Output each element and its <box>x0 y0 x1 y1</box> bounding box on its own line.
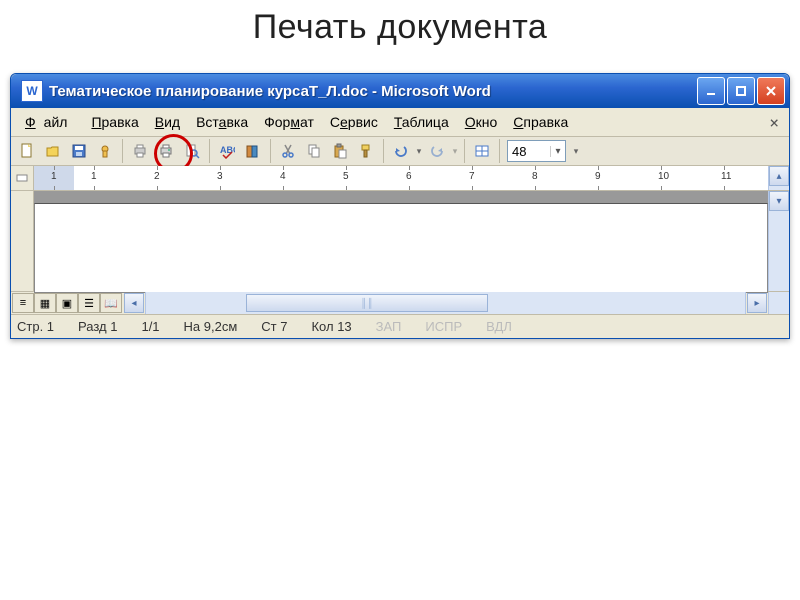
ruler-row: 1 1 2 3 4 5 6 7 8 9 10 11 ▴ <box>11 166 789 191</box>
tables-borders-icon[interactable] <box>470 139 494 163</box>
menu-table[interactable]: Таблица <box>386 111 457 133</box>
scroll-down-button[interactable]: ▾ <box>769 191 789 211</box>
ruler-tick: 6 <box>406 171 412 182</box>
zoom-combo[interactable]: ▾ <box>507 140 566 162</box>
new-doc-icon[interactable] <box>15 139 39 163</box>
ruler-tick: 10 <box>658 171 669 182</box>
menu-edit[interactable]: Правка <box>83 111 146 133</box>
redo-icon[interactable] <box>425 139 449 163</box>
vertical-ruler[interactable] <box>11 191 34 291</box>
status-at: На 9,2см <box>184 319 238 334</box>
menu-insert[interactable]: Вставка <box>188 111 256 133</box>
hscroll-thumb[interactable]: ║║ <box>246 294 488 312</box>
print-direct-icon[interactable] <box>128 139 152 163</box>
ruler-tick: 3 <box>217 171 223 182</box>
toolbar-overflow[interactable]: ▾ <box>572 139 580 163</box>
menu-window[interactable]: Окно <box>457 111 506 133</box>
redo-dropdown[interactable]: ▾ <box>451 139 459 163</box>
ruler-tick: 5 <box>343 171 349 182</box>
status-page: Стр. 1 <box>17 319 54 334</box>
undo-dropdown[interactable]: ▾ <box>415 139 423 163</box>
web-layout-view-icon[interactable]: ▦ <box>34 293 56 313</box>
menu-help[interactable]: Справка <box>505 111 576 133</box>
ruler-tick: 4 <box>280 171 286 182</box>
ruler-tick: 7 <box>469 171 475 182</box>
hscroll-right-button[interactable]: ▸ <box>747 293 767 313</box>
save-icon[interactable] <box>67 139 91 163</box>
menu-view[interactable]: Вид <box>147 111 188 133</box>
menu-file[interactable]: Файл <box>17 111 83 133</box>
title-bar[interactable]: W Тематическое планирование курсаТ_Л.doc… <box>11 74 789 108</box>
format-painter-icon[interactable] <box>354 139 378 163</box>
horizontal-ruler[interactable]: 1 1 2 3 4 5 6 7 8 9 10 11 <box>34 166 768 190</box>
status-ext[interactable]: ВДЛ <box>486 319 512 334</box>
hscroll-left-button[interactable]: ◂ <box>124 293 144 313</box>
horizontal-scrollbar[interactable]: ║║ <box>145 292 746 314</box>
word-window: W Тематическое планирование курсаТ_Л.doc… <box>10 73 790 339</box>
ruler-tick: 1 <box>91 171 97 182</box>
outline-view-icon[interactable]: ☰ <box>78 293 100 313</box>
vscroll-top-area: ▴ <box>768 166 789 190</box>
status-bar: Стр. 1 Разд 1 1/1 На 9,2см Ст 7 Кол 13 З… <box>11 314 789 338</box>
view-buttons: ≡ ▦ ▣ ☰ 📖 <box>11 292 123 314</box>
ruler-corner-icon[interactable] <box>11 166 34 190</box>
ruler-tick: 1 <box>51 171 57 182</box>
horizontal-scroll-row: ≡ ▦ ▣ ☰ 📖 ◂ ║║ ▸ <box>11 291 789 314</box>
normal-view-icon[interactable]: ≡ <box>12 293 34 313</box>
maximize-button[interactable] <box>727 77 755 105</box>
status-rec[interactable]: ЗАП <box>376 319 402 334</box>
close-button[interactable] <box>757 77 785 105</box>
minimize-button[interactable] <box>697 77 725 105</box>
research-icon[interactable] <box>241 139 265 163</box>
copy-icon[interactable] <box>302 139 326 163</box>
standard-toolbar: ABC ▾ ▾ ▾ ▾ <box>11 137 789 166</box>
status-pages: 1/1 <box>141 319 159 334</box>
cut-icon[interactable] <box>276 139 300 163</box>
ruler-tick: 2 <box>154 171 160 182</box>
page-canvas[interactable] <box>34 191 768 291</box>
print-layout-view-icon[interactable]: ▣ <box>56 293 78 313</box>
window-title: Тематическое планирование курсаТ_Л.doc -… <box>49 83 695 100</box>
paste-icon[interactable] <box>328 139 352 163</box>
status-section: Разд 1 <box>78 319 117 334</box>
status-trk[interactable]: ИСПР <box>425 319 462 334</box>
spellcheck-icon[interactable]: ABC <box>215 139 239 163</box>
page-heading: Печать документа <box>0 0 800 53</box>
status-col: Кол 13 <box>311 319 351 334</box>
open-icon[interactable] <box>41 139 65 163</box>
permissions-icon[interactable] <box>93 139 117 163</box>
document-area: ▾ <box>11 191 789 291</box>
zoom-input[interactable] <box>508 144 550 159</box>
ruler-tick: 9 <box>595 171 601 182</box>
ruler-tick: 11 <box>721 171 731 182</box>
print-preview-icon[interactable] <box>180 139 204 163</box>
menu-bar: Файл Правка Вид Вставка Формат Сервис Та… <box>11 108 789 137</box>
page <box>34 203 768 293</box>
close-document-button[interactable]: × <box>765 113 783 132</box>
menu-format[interactable]: Формат <box>256 111 322 133</box>
svg-text:ABC: ABC <box>220 145 235 155</box>
print-icon[interactable] <box>154 139 178 163</box>
vertical-scrollbar[interactable]: ▾ <box>768 191 789 291</box>
scroll-up-button[interactable]: ▴ <box>769 166 789 186</box>
undo-icon[interactable] <box>389 139 413 163</box>
reading-view-icon[interactable]: 📖 <box>100 293 122 313</box>
ruler-tick: 8 <box>532 171 538 182</box>
menu-tools[interactable]: Сервис <box>322 111 386 133</box>
word-app-icon: W <box>21 80 43 102</box>
zoom-dropdown-icon[interactable]: ▾ <box>550 146 565 157</box>
status-line: Ст 7 <box>261 319 287 334</box>
